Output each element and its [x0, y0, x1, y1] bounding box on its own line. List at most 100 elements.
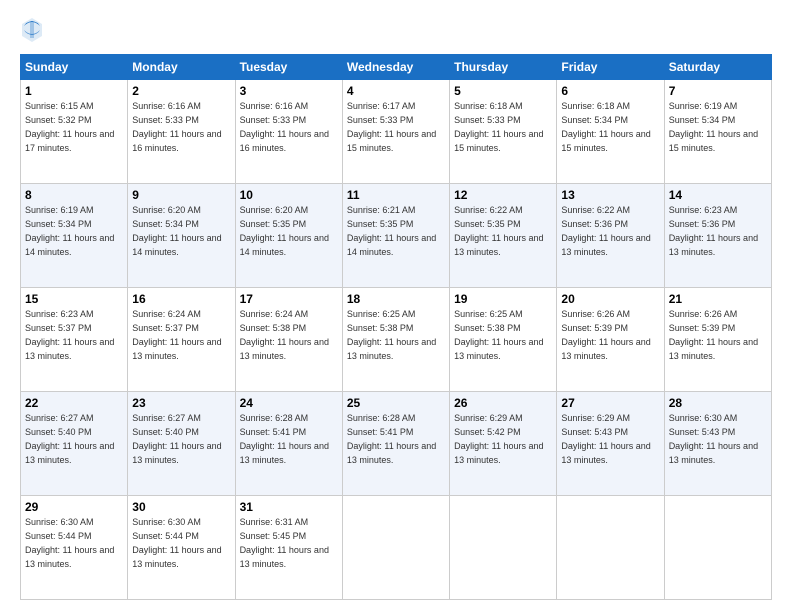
calendar-day-cell — [342, 496, 449, 600]
day-info: Sunrise: 6:20 AMSunset: 5:35 PMDaylight:… — [240, 205, 329, 256]
calendar-day-cell: 21 Sunrise: 6:26 AMSunset: 5:39 PMDaylig… — [664, 288, 771, 392]
day-info: Sunrise: 6:19 AMSunset: 5:34 PMDaylight:… — [669, 101, 758, 152]
day-info: Sunrise: 6:24 AMSunset: 5:38 PMDaylight:… — [240, 309, 329, 360]
calendar-day-cell: 5 Sunrise: 6:18 AMSunset: 5:33 PMDayligh… — [450, 80, 557, 184]
day-number: 15 — [25, 291, 123, 307]
calendar-day-cell: 1 Sunrise: 6:15 AMSunset: 5:32 PMDayligh… — [21, 80, 128, 184]
day-info: Sunrise: 6:31 AMSunset: 5:45 PMDaylight:… — [240, 517, 329, 568]
calendar-day-cell: 20 Sunrise: 6:26 AMSunset: 5:39 PMDaylig… — [557, 288, 664, 392]
day-number: 3 — [240, 83, 338, 99]
day-info: Sunrise: 6:30 AMSunset: 5:44 PMDaylight:… — [25, 517, 114, 568]
day-info: Sunrise: 6:22 AMSunset: 5:35 PMDaylight:… — [454, 205, 543, 256]
calendar-day-cell: 6 Sunrise: 6:18 AMSunset: 5:34 PMDayligh… — [557, 80, 664, 184]
day-info: Sunrise: 6:28 AMSunset: 5:41 PMDaylight:… — [347, 413, 436, 464]
day-info: Sunrise: 6:30 AMSunset: 5:44 PMDaylight:… — [132, 517, 221, 568]
day-number: 25 — [347, 395, 445, 411]
day-number: 14 — [669, 187, 767, 203]
day-of-week-header: Saturday — [664, 55, 771, 80]
day-number: 12 — [454, 187, 552, 203]
day-info: Sunrise: 6:29 AMSunset: 5:43 PMDaylight:… — [561, 413, 650, 464]
day-of-week-header: Friday — [557, 55, 664, 80]
day-info: Sunrise: 6:20 AMSunset: 5:34 PMDaylight:… — [132, 205, 221, 256]
day-number: 7 — [669, 83, 767, 99]
calendar-day-cell: 24 Sunrise: 6:28 AMSunset: 5:41 PMDaylig… — [235, 392, 342, 496]
day-info: Sunrise: 6:27 AMSunset: 5:40 PMDaylight:… — [132, 413, 221, 464]
calendar-day-cell: 25 Sunrise: 6:28 AMSunset: 5:41 PMDaylig… — [342, 392, 449, 496]
calendar-day-cell: 26 Sunrise: 6:29 AMSunset: 5:42 PMDaylig… — [450, 392, 557, 496]
day-number: 31 — [240, 499, 338, 515]
day-number: 20 — [561, 291, 659, 307]
day-number: 6 — [561, 83, 659, 99]
calendar-day-cell: 9 Sunrise: 6:20 AMSunset: 5:34 PMDayligh… — [128, 184, 235, 288]
calendar-day-cell — [664, 496, 771, 600]
day-info: Sunrise: 6:16 AMSunset: 5:33 PMDaylight:… — [132, 101, 221, 152]
day-number: 22 — [25, 395, 123, 411]
calendar-day-cell: 16 Sunrise: 6:24 AMSunset: 5:37 PMDaylig… — [128, 288, 235, 392]
day-info: Sunrise: 6:26 AMSunset: 5:39 PMDaylight:… — [561, 309, 650, 360]
calendar-week-row: 29 Sunrise: 6:30 AMSunset: 5:44 PMDaylig… — [21, 496, 772, 600]
day-number: 19 — [454, 291, 552, 307]
day-info: Sunrise: 6:18 AMSunset: 5:34 PMDaylight:… — [561, 101, 650, 152]
day-number: 29 — [25, 499, 123, 515]
day-info: Sunrise: 6:25 AMSunset: 5:38 PMDaylight:… — [454, 309, 543, 360]
logo — [20, 16, 48, 44]
day-info: Sunrise: 6:26 AMSunset: 5:39 PMDaylight:… — [669, 309, 758, 360]
day-number: 10 — [240, 187, 338, 203]
calendar-day-cell: 12 Sunrise: 6:22 AMSunset: 5:35 PMDaylig… — [450, 184, 557, 288]
calendar-day-cell: 13 Sunrise: 6:22 AMSunset: 5:36 PMDaylig… — [557, 184, 664, 288]
day-number: 23 — [132, 395, 230, 411]
day-info: Sunrise: 6:27 AMSunset: 5:40 PMDaylight:… — [25, 413, 114, 464]
day-number: 1 — [25, 83, 123, 99]
day-info: Sunrise: 6:21 AMSunset: 5:35 PMDaylight:… — [347, 205, 436, 256]
calendar-week-row: 8 Sunrise: 6:19 AMSunset: 5:34 PMDayligh… — [21, 184, 772, 288]
day-number: 18 — [347, 291, 445, 307]
day-info: Sunrise: 6:29 AMSunset: 5:42 PMDaylight:… — [454, 413, 543, 464]
calendar-day-cell: 23 Sunrise: 6:27 AMSunset: 5:40 PMDaylig… — [128, 392, 235, 496]
calendar-day-cell: 4 Sunrise: 6:17 AMSunset: 5:33 PMDayligh… — [342, 80, 449, 184]
day-info: Sunrise: 6:28 AMSunset: 5:41 PMDaylight:… — [240, 413, 329, 464]
calendar-day-cell: 10 Sunrise: 6:20 AMSunset: 5:35 PMDaylig… — [235, 184, 342, 288]
calendar-day-cell: 3 Sunrise: 6:16 AMSunset: 5:33 PMDayligh… — [235, 80, 342, 184]
calendar-header-row: SundayMondayTuesdayWednesdayThursdayFrid… — [21, 55, 772, 80]
day-of-week-header: Sunday — [21, 55, 128, 80]
calendar-day-cell: 22 Sunrise: 6:27 AMSunset: 5:40 PMDaylig… — [21, 392, 128, 496]
calendar-day-cell: 15 Sunrise: 6:23 AMSunset: 5:37 PMDaylig… — [21, 288, 128, 392]
calendar-day-cell: 7 Sunrise: 6:19 AMSunset: 5:34 PMDayligh… — [664, 80, 771, 184]
day-number: 16 — [132, 291, 230, 307]
day-number: 5 — [454, 83, 552, 99]
day-number: 13 — [561, 187, 659, 203]
calendar-day-cell: 27 Sunrise: 6:29 AMSunset: 5:43 PMDaylig… — [557, 392, 664, 496]
day-info: Sunrise: 6:19 AMSunset: 5:34 PMDaylight:… — [25, 205, 114, 256]
page-header — [20, 16, 772, 44]
day-number: 27 — [561, 395, 659, 411]
day-info: Sunrise: 6:24 AMSunset: 5:37 PMDaylight:… — [132, 309, 221, 360]
day-info: Sunrise: 6:30 AMSunset: 5:43 PMDaylight:… — [669, 413, 758, 464]
day-number: 21 — [669, 291, 767, 307]
day-info: Sunrise: 6:23 AMSunset: 5:36 PMDaylight:… — [669, 205, 758, 256]
day-number: 24 — [240, 395, 338, 411]
calendar-day-cell — [557, 496, 664, 600]
day-info: Sunrise: 6:22 AMSunset: 5:36 PMDaylight:… — [561, 205, 650, 256]
calendar-day-cell: 28 Sunrise: 6:30 AMSunset: 5:43 PMDaylig… — [664, 392, 771, 496]
day-info: Sunrise: 6:17 AMSunset: 5:33 PMDaylight:… — [347, 101, 436, 152]
calendar-day-cell: 19 Sunrise: 6:25 AMSunset: 5:38 PMDaylig… — [450, 288, 557, 392]
calendar-week-row: 15 Sunrise: 6:23 AMSunset: 5:37 PMDaylig… — [21, 288, 772, 392]
calendar-week-row: 22 Sunrise: 6:27 AMSunset: 5:40 PMDaylig… — [21, 392, 772, 496]
calendar-day-cell: 14 Sunrise: 6:23 AMSunset: 5:36 PMDaylig… — [664, 184, 771, 288]
calendar-day-cell: 8 Sunrise: 6:19 AMSunset: 5:34 PMDayligh… — [21, 184, 128, 288]
day-info: Sunrise: 6:23 AMSunset: 5:37 PMDaylight:… — [25, 309, 114, 360]
day-number: 2 — [132, 83, 230, 99]
calendar-day-cell: 31 Sunrise: 6:31 AMSunset: 5:45 PMDaylig… — [235, 496, 342, 600]
day-number: 17 — [240, 291, 338, 307]
calendar-day-cell: 30 Sunrise: 6:30 AMSunset: 5:44 PMDaylig… — [128, 496, 235, 600]
day-number: 28 — [669, 395, 767, 411]
calendar-day-cell: 29 Sunrise: 6:30 AMSunset: 5:44 PMDaylig… — [21, 496, 128, 600]
day-of-week-header: Tuesday — [235, 55, 342, 80]
day-of-week-header: Thursday — [450, 55, 557, 80]
day-number: 26 — [454, 395, 552, 411]
day-number: 4 — [347, 83, 445, 99]
day-number: 30 — [132, 499, 230, 515]
calendar-table: SundayMondayTuesdayWednesdayThursdayFrid… — [20, 54, 772, 600]
day-number: 11 — [347, 187, 445, 203]
day-of-week-header: Wednesday — [342, 55, 449, 80]
